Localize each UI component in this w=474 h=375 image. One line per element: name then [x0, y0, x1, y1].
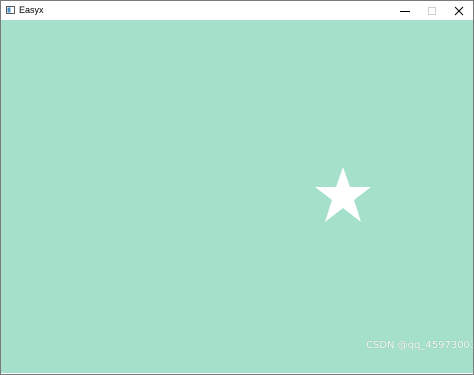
window-title: Easyx: [19, 5, 44, 15]
title-bar[interactable]: Easyx: [1, 1, 473, 20]
close-button[interactable]: [446, 1, 472, 20]
app-window-icon: [6, 6, 15, 14]
maximize-button[interactable]: [419, 1, 445, 20]
star-shape: [315, 167, 371, 222]
minimize-icon: [400, 10, 410, 12]
minimize-button[interactable]: [392, 1, 418, 20]
drawing-canvas[interactable]: [1, 20, 473, 373]
close-icon: [454, 6, 464, 15]
csdn-watermark: CSDN @qq_45973003: [366, 340, 474, 351]
maximize-icon: [428, 6, 436, 15]
easyx-window: Easyx CSDN @qq_45973003: [0, 0, 474, 375]
